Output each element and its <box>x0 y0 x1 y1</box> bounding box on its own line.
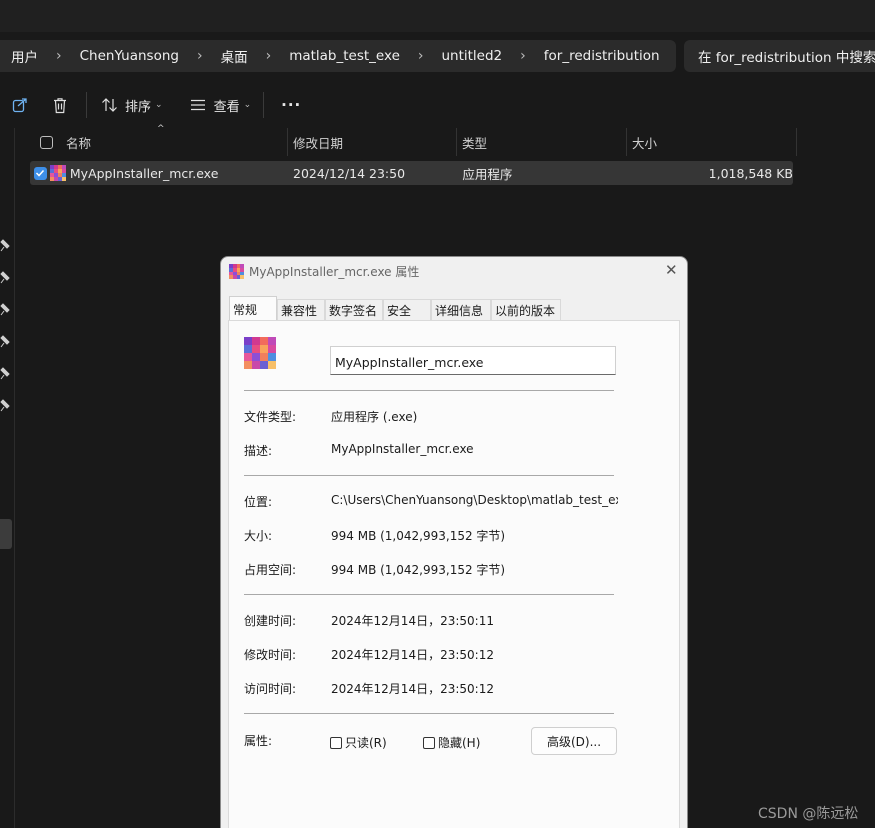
column-type-label: 类型 <box>462 135 488 151</box>
pin-icon <box>0 239 10 252</box>
navigation-pane <box>0 128 15 828</box>
accessed-value: 2024年12月14日，23:50:12 <box>331 682 494 696</box>
delete-button[interactable] <box>52 97 68 114</box>
chevron-right-icon: › <box>196 48 203 64</box>
pin-icon <box>0 367 10 380</box>
chevron-right-icon: › <box>520 48 526 64</box>
column-header: 名称 修改日期 类型 大小 <box>30 128 797 156</box>
modified-label: 修改时间: <box>244 648 297 662</box>
chevron-down-icon: ⌄ <box>155 100 163 110</box>
breadcrumb-users[interactable]: 用户 <box>11 46 38 66</box>
exe-app-icon <box>229 264 244 279</box>
hidden-checkbox-box[interactable] <box>423 736 435 749</box>
view-label: 查看 <box>213 99 240 115</box>
hidden-label: 隐藏(H) <box>438 736 481 750</box>
file-type: 应用程序 <box>462 166 513 182</box>
toolbar-divider <box>86 92 87 118</box>
breadcrumb-current[interactable]: for_redistribution <box>544 48 660 64</box>
chevron-down-icon: ⌄ <box>243 100 252 110</box>
file-modified: 2024/12/14 23:50 <box>293 165 406 181</box>
size-label: 大小: <box>244 529 273 543</box>
size-on-disk-value: 994 MB (1,042,993,152 字节) <box>331 563 506 577</box>
readonly-checkbox[interactable]: 只读(R) <box>330 734 387 751</box>
accessed-label: 访问时间: <box>244 682 297 696</box>
size-value: 994 MB (1,042,993,152 字节) <box>331 529 506 543</box>
tab-security[interactable]: 安全 <box>383 299 431 321</box>
file-name[interactable]: MyAppInstaller_mcr.exe <box>70 166 293 181</box>
dialog-title: MyAppInstaller_mcr.exe 属性 <box>249 265 420 279</box>
close-icon[interactable]: ✕ <box>665 261 678 279</box>
file-type-value: 应用程序 (.exe) <box>331 410 418 424</box>
breadcrumb-user[interactable]: ChenYuansong <box>80 48 179 64</box>
chevron-right-icon: › <box>265 48 272 64</box>
row-checkbox[interactable] <box>34 166 47 180</box>
pin-icon <box>0 271 10 284</box>
toolbar-divider <box>263 92 265 118</box>
tab-previous-versions[interactable]: 以前的版本 <box>491 299 561 321</box>
search-input[interactable]: 在 for_redistribution 中搜索 <box>684 40 875 72</box>
title-strip <box>0 0 875 32</box>
advanced-button[interactable]: 高级(D)... <box>531 727 617 755</box>
watermark: CSDN @陈远松 <box>758 806 859 822</box>
hidden-checkbox[interactable]: 隐藏(H) <box>423 734 480 751</box>
modified-value: 2024年12月14日，23:50:12 <box>331 648 494 662</box>
breadcrumb-untitled[interactable]: untitled2 <box>441 48 502 64</box>
tab-details[interactable]: 详细信息 <box>431 299 491 321</box>
dialog-tabs: 常规 兼容性 数字签名 安全 详细信息 以前的版本 <box>229 296 561 321</box>
column-size[interactable]: 大小 <box>627 128 797 156</box>
tab-general[interactable]: 常规 <box>229 296 277 321</box>
divider <box>244 594 614 595</box>
exe-app-icon <box>49 165 66 181</box>
location-label: 位置: <box>244 495 273 509</box>
column-name-label: 名称 <box>66 135 92 151</box>
pin-icon <box>0 335 10 348</box>
address-bar[interactable]: 用户 › ChenYuansong › 桌面 › matlab_test_exe… <box>0 40 676 72</box>
sort-label: 排序 <box>125 99 152 115</box>
readonly-checkbox-box[interactable] <box>330 736 342 749</box>
select-all-checkbox[interactable] <box>40 135 53 149</box>
divider <box>244 713 614 714</box>
sort-button[interactable]: 排序 ⌄ <box>101 96 163 115</box>
sidebar-selected-item[interactable] <box>0 519 12 549</box>
command-bar: 排序 ⌄ 查看 ⌄ ··· <box>0 84 875 126</box>
properties-dialog: MyAppInstaller_mcr.exe 属性 ✕ 常规 兼容性 数字签名 … <box>220 256 688 828</box>
breadcrumb-desktop[interactable]: 桌面 <box>221 46 248 66</box>
divider <box>244 390 614 391</box>
share-button[interactable] <box>12 97 28 113</box>
view-list-icon <box>190 99 205 111</box>
attributes-label: 属性: <box>244 734 273 748</box>
pin-icon <box>0 399 10 412</box>
file-name-field[interactable] <box>330 346 616 375</box>
share-icon <box>12 98 27 113</box>
chevron-right-icon: › <box>417 48 424 64</box>
description-value: MyAppInstaller_mcr.exe <box>331 442 474 456</box>
more-options-button[interactable]: ··· <box>281 96 301 114</box>
column-type[interactable]: 类型 <box>457 128 627 156</box>
location-value: C:\Users\ChenYuansong\Desktop\matlab_tes… <box>331 493 618 507</box>
divider <box>244 475 614 476</box>
column-modified-label: 修改日期 <box>293 135 344 151</box>
file-type-label: 文件类型: <box>244 410 297 424</box>
check-icon <box>36 169 45 177</box>
description-label: 描述: <box>244 444 273 458</box>
size-on-disk-label: 占用空间: <box>244 563 297 577</box>
chevron-right-icon: › <box>56 48 62 64</box>
readonly-label: 只读(R) <box>345 736 387 750</box>
trash-icon <box>54 97 66 113</box>
sort-arrows-icon <box>102 98 117 112</box>
column-name[interactable]: 名称 <box>30 128 288 156</box>
tab-compatibility[interactable]: 兼容性 <box>277 299 325 321</box>
column-size-label: 大小 <box>632 135 658 151</box>
breadcrumb-matlab[interactable]: matlab_test_exe <box>289 48 400 64</box>
column-modified[interactable]: 修改日期 <box>288 128 457 156</box>
created-value: 2024年12月14日，23:50:11 <box>331 614 494 628</box>
pin-icon <box>0 303 10 316</box>
view-button[interactable]: 查看 ⌄ <box>190 96 252 115</box>
table-row[interactable]: MyAppInstaller_mcr.exe 2024/12/14 23:50 … <box>30 161 793 185</box>
created-label: 创建时间: <box>244 614 297 628</box>
file-size: 1,018,548 KB <box>708 165 794 181</box>
general-tab-panel: 文件类型: 应用程序 (.exe) 描述: MyAppInstaller_mcr… <box>228 320 680 828</box>
exe-app-icon <box>244 337 276 369</box>
tab-digital-signatures[interactable]: 数字签名 <box>325 299 383 321</box>
